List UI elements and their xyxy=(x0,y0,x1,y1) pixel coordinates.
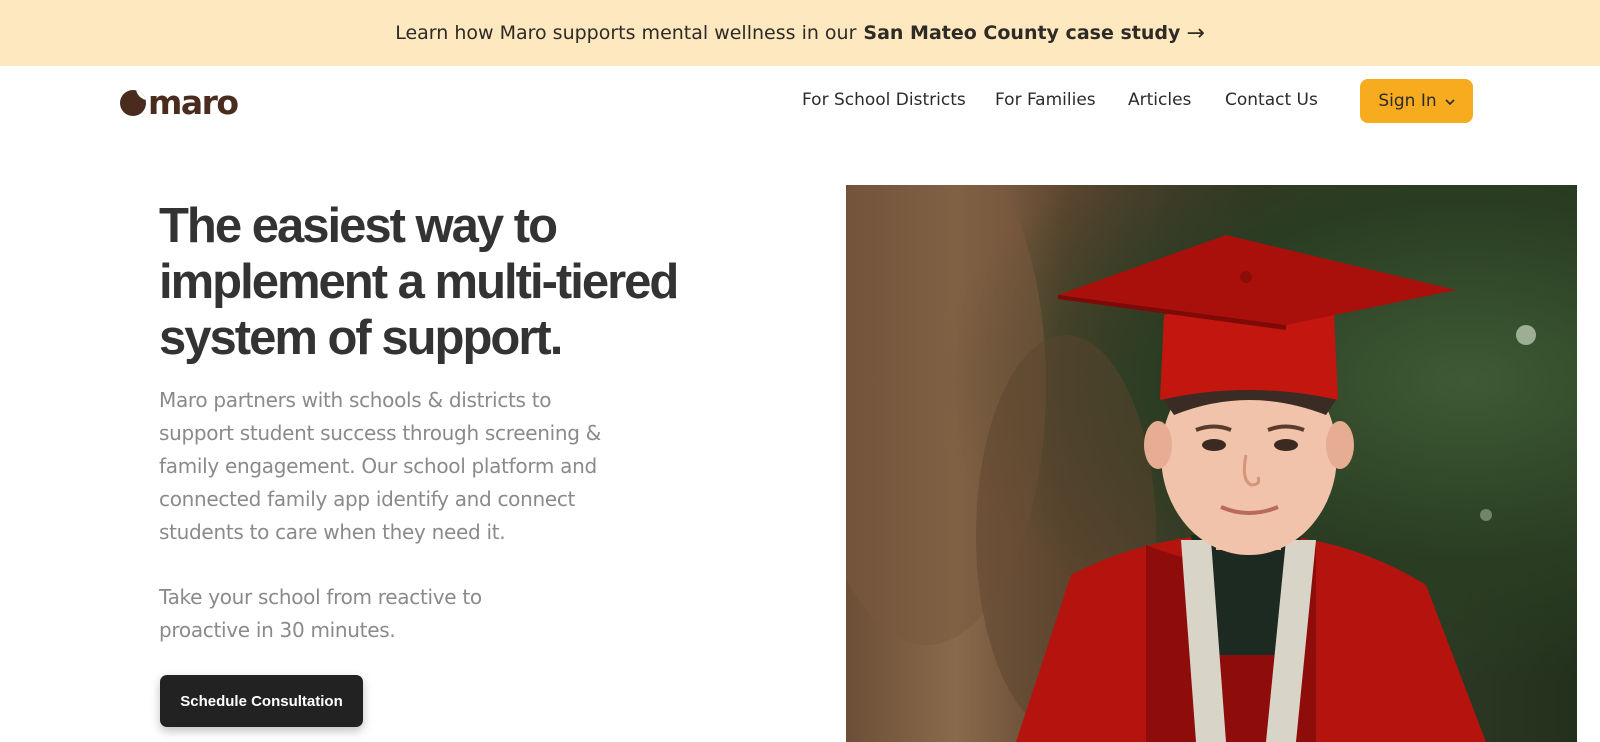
nav-link-articles[interactable]: Articles xyxy=(1128,90,1191,110)
nav-link-school-districts[interactable]: For School Districts xyxy=(802,90,966,110)
top-navigation: maro For School Districts For Families A… xyxy=(0,66,1600,136)
announcement-banner: Learn how Maro supports mental wellness … xyxy=(0,0,1600,66)
maro-logo[interactable]: maro xyxy=(120,83,239,122)
hero-photo xyxy=(846,185,1577,742)
case-study-link[interactable]: Learn how Maro supports mental wellness … xyxy=(395,21,1205,46)
schedule-consultation-button[interactable]: Schedule Consultation xyxy=(160,675,363,727)
maro-logo-icon xyxy=(120,89,146,116)
banner-text: Learn how Maro supports mental wellness … xyxy=(395,22,857,44)
hero-description: Maro partners with schools & districts t… xyxy=(159,388,601,544)
graduate-child-illustration xyxy=(846,185,1536,742)
sign-in-label: Sign In xyxy=(1378,91,1437,111)
sign-in-button[interactable]: Sign In xyxy=(1360,79,1473,123)
logo-wordmark: maro xyxy=(148,83,239,122)
hero-tagline: Take your school from reactive to proact… xyxy=(159,585,482,642)
nav-link-contact-us[interactable]: Contact Us xyxy=(1225,90,1318,110)
nav-link-families[interactable]: For Families xyxy=(995,90,1096,110)
banner-link-text: San Mateo County case study xyxy=(863,22,1181,44)
hero-headline: The easiest way to implement a multi-tie… xyxy=(159,199,679,365)
arrow-right-icon: → xyxy=(1186,20,1205,46)
chevron-down-icon xyxy=(1445,96,1455,109)
